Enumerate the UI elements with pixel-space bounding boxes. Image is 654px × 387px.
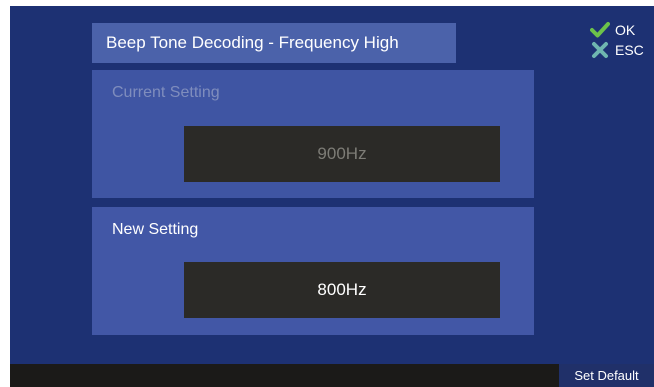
new-setting-panel[interactable]: New Setting 800Hz (92, 207, 534, 335)
ok-softkey[interactable]: OK (590, 20, 654, 40)
current-setting-panel: Current Setting 900Hz (92, 70, 534, 198)
x-icon (590, 41, 610, 59)
check-icon (590, 21, 610, 39)
device-screen: Beep Tone Decoding - Frequency High OK E… (10, 6, 654, 387)
softkey-legend: OK ESC (590, 20, 654, 60)
current-setting-value: 900Hz (184, 126, 500, 182)
esc-softkey[interactable]: ESC (590, 40, 654, 60)
page-title: Beep Tone Decoding - Frequency High (92, 23, 456, 63)
set-default-button[interactable]: Set Default (559, 364, 654, 387)
new-setting-value-field[interactable]: 800Hz (184, 262, 500, 318)
esc-label: ESC (615, 42, 644, 58)
bottom-bar: Set Default (10, 364, 654, 387)
new-setting-label: New Setting (112, 221, 199, 238)
ok-label: OK (615, 22, 636, 38)
current-setting-label: Current Setting (112, 84, 220, 101)
